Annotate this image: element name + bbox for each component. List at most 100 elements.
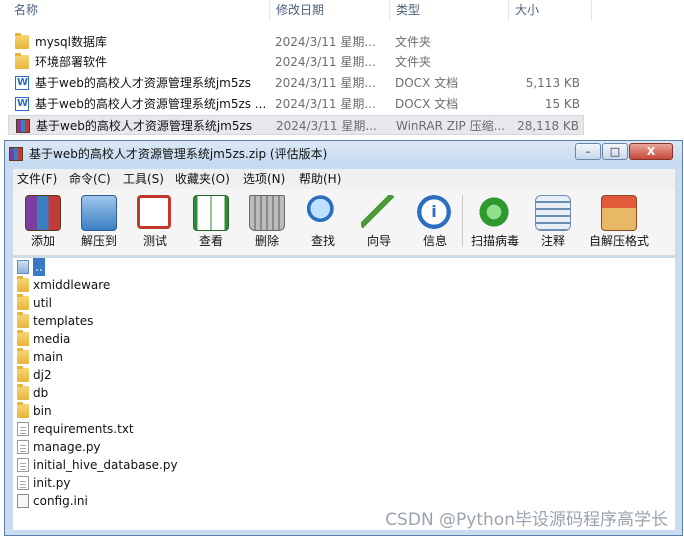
test-button[interactable]: 测试	[125, 191, 185, 253]
archive-file-list[interactable]: .. xmiddleware util templates media main…	[13, 257, 675, 530]
column-date[interactable]: 修改日期	[269, 0, 324, 21]
item-name: util	[33, 296, 52, 310]
file-name: mysql数据库	[35, 35, 107, 49]
item-name: dj2	[33, 368, 52, 382]
folder-icon	[17, 402, 29, 418]
menu-help[interactable]: 帮助(H)	[299, 169, 341, 189]
parent-folder-icon	[17, 260, 29, 274]
item-name: bin	[33, 404, 52, 418]
add-archive-icon	[25, 195, 61, 231]
menu-bar: 文件(F) 命令(C) 工具(S) 收藏夹(O) 选项(N) 帮助(H)	[13, 169, 675, 189]
item-name: templates	[33, 314, 94, 328]
file-type: DOCX 文档	[395, 76, 459, 90]
wizard-button[interactable]: 向导	[349, 191, 409, 253]
list-item[interactable]: media	[13, 330, 413, 348]
maximize-button[interactable]: □	[602, 143, 628, 160]
list-item[interactable]: manage.py	[13, 438, 413, 456]
toolbar-label: 解压到	[80, 234, 117, 248]
word-doc-icon: W	[15, 76, 29, 90]
list-item[interactable]: initial_hive_database.py	[13, 456, 413, 474]
toolbar-separator	[462, 195, 463, 247]
explorer-row[interactable]: W 基于web的高校人才资源管理系统jm5zs 2024/3/11 星期... …	[8, 73, 584, 93]
menu-commands[interactable]: 命令(C)	[69, 169, 111, 189]
explorer-row[interactable]: W 基于web的高校人才资源管理系统jm5zs ... 2024/3/11 星期…	[8, 94, 584, 114]
menu-options[interactable]: 选项(N)	[243, 169, 285, 189]
column-size[interactable]: 大小	[508, 0, 592, 21]
extract-to-button[interactable]: 解压到	[69, 191, 129, 253]
item-name: db	[33, 386, 49, 400]
info-icon: i	[417, 195, 451, 229]
folder-icon	[17, 384, 29, 400]
close-button[interactable]: X	[629, 143, 673, 160]
winrar-app-icon	[9, 147, 23, 161]
explorer-row-selected[interactable]: 基于web的高校人才资源管理系统jm5zs 2024/3/11 星期... Wi…	[8, 115, 584, 135]
explorer-column-header: 名称 修改日期 类型 大小	[0, 0, 684, 21]
text-file-icon	[17, 422, 29, 436]
explorer-row[interactable]: 环境部署软件 2024/3/11 星期... 文件夹	[8, 52, 584, 72]
view-book-icon	[193, 195, 229, 231]
view-button[interactable]: 查看	[181, 191, 241, 253]
menu-tools[interactable]: 工具(S)	[123, 169, 164, 189]
text-file-icon	[17, 458, 29, 472]
winrar-archive-icon	[16, 119, 30, 133]
comment-icon	[535, 195, 571, 231]
item-name: ..	[33, 258, 45, 276]
item-name: requirements.txt	[33, 422, 134, 436]
file-name: 环境部署软件	[35, 55, 108, 69]
list-item[interactable]: templates	[13, 312, 413, 330]
sfx-box-icon	[601, 195, 637, 231]
file-type: 文件夹	[395, 55, 432, 69]
file-type: DOCX 文档	[395, 97, 459, 111]
add-button[interactable]: 添加	[13, 191, 73, 253]
sfx-button[interactable]: 自解压格式	[589, 191, 649, 253]
file-date: 2024/3/11 星期...	[275, 97, 376, 111]
toolbar-label: 测试	[142, 234, 167, 248]
explorer-row[interactable]: mysql数据库 2024/3/11 星期... 文件夹	[8, 32, 584, 52]
list-item[interactable]: main	[13, 348, 413, 366]
folder-icon	[17, 276, 29, 292]
winrar-window: 基于web的高校人才资源管理系统jm5zs.zip (评估版本) – □ X 文…	[4, 140, 683, 536]
text-file-icon	[17, 440, 29, 454]
list-item[interactable]: db	[13, 384, 413, 402]
toolbar-label: 向导	[366, 234, 391, 248]
list-item[interactable]: dj2	[13, 366, 413, 384]
toolbar-label: 查找	[310, 234, 335, 248]
info-button[interactable]: i 信息	[405, 191, 465, 253]
column-name[interactable]: 名称	[14, 0, 38, 21]
file-type: WinRAR ZIP 压缩...	[396, 119, 506, 133]
list-item[interactable]: util	[13, 294, 413, 312]
folder-icon	[17, 348, 29, 364]
folder-icon	[15, 33, 29, 49]
menu-file[interactable]: 文件(F)	[17, 169, 57, 189]
toolbar: 添加 解压到 测试 查看 删除 查找 向导 i 信息 扫描病毒 注释 自解压格式	[13, 189, 675, 256]
list-item[interactable]: config.ini	[13, 492, 413, 510]
find-magnifier-icon	[305, 195, 339, 229]
list-item[interactable]: requirements.txt	[13, 420, 413, 438]
wizard-wand-icon	[361, 195, 395, 229]
find-button[interactable]: 查找	[293, 191, 353, 253]
file-name: 基于web的高校人才资源管理系统jm5zs	[36, 119, 253, 133]
delete-button[interactable]: 删除	[237, 191, 297, 253]
minimize-button[interactable]: –	[575, 143, 601, 160]
toolbar-label: 信息	[422, 234, 447, 248]
extract-folder-icon	[81, 195, 117, 231]
item-name: xmiddleware	[33, 278, 111, 292]
toolbar-label: 添加	[30, 234, 55, 248]
virus-scan-button[interactable]: 扫描病毒	[465, 191, 525, 253]
list-item[interactable]: xmiddleware	[13, 276, 413, 294]
menu-favorites[interactable]: 收藏夹(O)	[175, 169, 230, 189]
column-type[interactable]: 类型	[389, 0, 420, 21]
file-size: 5,113 KB	[525, 76, 580, 90]
comment-button[interactable]: 注释	[523, 191, 583, 253]
toolbar-label: 删除	[254, 234, 279, 248]
list-item[interactable]: init.py	[13, 474, 413, 492]
folder-icon	[17, 294, 29, 310]
list-item[interactable]: bin	[13, 402, 413, 420]
toolbar-label: 自解压格式	[589, 234, 650, 248]
file-size: 28,118 KB	[517, 119, 579, 133]
title-bar[interactable]: 基于web的高校人才资源管理系统jm5zs.zip (评估版本) – □ X	[5, 141, 682, 167]
file-type: 文件夹	[395, 35, 432, 49]
list-item[interactable]: ..	[13, 258, 413, 276]
folder-icon	[15, 53, 29, 69]
file-date: 2024/3/11 星期...	[275, 76, 376, 90]
